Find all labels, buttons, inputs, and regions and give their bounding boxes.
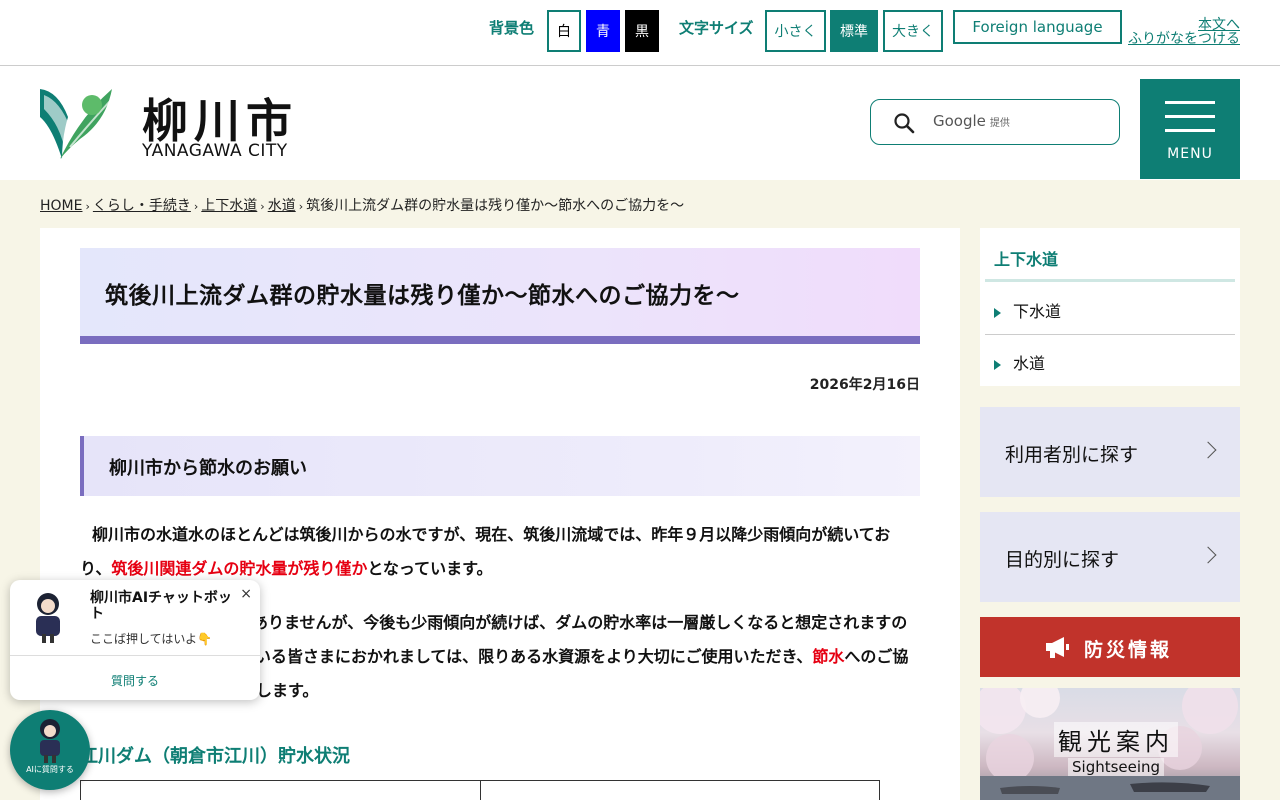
dam-status-table	[80, 780, 880, 800]
bg-blue-button[interactable]: 青	[586, 10, 620, 52]
tourism-banner[interactable]: 観光案内 Sightseeing	[980, 688, 1240, 800]
breadcrumb-water-sewer[interactable]: 上下水道	[201, 198, 257, 214]
city-name-english: YANAGAWA CITY	[142, 141, 288, 161]
breadcrumb-water[interactable]: 水道	[268, 198, 296, 214]
breadcrumb-living[interactable]: くらし・手続き	[93, 198, 191, 214]
hamburger-icon	[1165, 101, 1215, 133]
sidebar-category-nav: 上下水道 下水道 水道	[980, 228, 1240, 386]
divider	[10, 655, 260, 656]
chatbot-avatar-icon	[40, 719, 60, 763]
find-by-user-button[interactable]: 利用者別に探す	[980, 407, 1240, 497]
chatbot-avatar-icon	[36, 593, 60, 643]
search-placeholder: Google 提供	[933, 112, 1010, 130]
section-heading: 柳川市から節水のお願い	[109, 458, 307, 479]
section-heading-box: 柳川市から節水のお願い	[80, 436, 920, 496]
breadcrumb: HOME › くらし・手続き › 上下水道 › 水道 › 筑後川上流ダム群の貯水量は残り僅か～節…	[40, 195, 684, 215]
disaster-info-label: 防災情報	[1084, 639, 1173, 661]
font-size-label: 文字サイズ	[679, 19, 754, 37]
menu-label: MENU	[1167, 146, 1213, 162]
find-by-purpose-button[interactable]: 目的別に探す	[980, 512, 1240, 602]
site-header: 柳川市 YANAGAWA CITY Google 提供 MENU	[0, 67, 1280, 180]
sidebar-item-water[interactable]: 水道	[994, 350, 1234, 374]
utility-bar: 背景色 白 青 黒 文字サイズ 小さく 標準 大きく Foreign langu…	[0, 0, 1280, 66]
megaphone-icon	[1046, 637, 1069, 658]
city-emblem-icon	[40, 89, 112, 159]
chatbot-launcher-label: AIに質問する	[26, 765, 74, 774]
page-title-box: 筑後川上流ダム群の貯水量は残り僅か～節水へのご協力を～	[80, 248, 920, 344]
search-icon[interactable]	[893, 112, 915, 134]
breadcrumb-home[interactable]: HOME	[40, 198, 82, 214]
chevron-right-icon	[1199, 441, 1217, 459]
skip-to-content-link[interactable]: 本文へ	[1128, 18, 1240, 32]
divider	[985, 334, 1235, 335]
bg-black-button[interactable]: 黒	[625, 10, 659, 52]
chatbot-launcher-button[interactable]: AIに質問する	[10, 710, 90, 790]
sidebar-heading[interactable]: 上下水道	[994, 246, 1058, 270]
chatbot-ask-button[interactable]: 質問する	[10, 672, 260, 689]
site-search-box[interactable]: Google 提供	[870, 99, 1120, 145]
font-small-button[interactable]: 小さく	[765, 10, 826, 52]
chatbot-popup[interactable]: 柳川市AIチャットボット × ここば押してはいよ👇 質問する	[10, 580, 260, 700]
page-title: 筑後川上流ダム群の貯水量は残り僅か～節水へのご協力を～	[105, 283, 740, 309]
site-logo[interactable]: 柳川市 YANAGAWA CITY	[40, 85, 310, 165]
main-article: 筑後川上流ダム群の貯水量は残り僅か～節水へのご協力を～ 2026年2月16日 柳…	[40, 228, 960, 800]
triangle-right-icon	[994, 307, 1001, 318]
disaster-info-button[interactable]: 防災情報	[980, 617, 1240, 677]
chatbot-hint: ここば押してはいよ👇	[90, 632, 213, 646]
search-provided-label: 提供	[989, 118, 1010, 129]
accessibility-links: 本文へ ふりがなをつける	[1128, 18, 1240, 46]
find-by-user-label: 利用者別に探す	[1005, 444, 1139, 466]
dam-status-heading: 江川ダム（朝倉市江川）貯水状況	[80, 746, 350, 767]
sidebar-item-sewer[interactable]: 下水道	[994, 298, 1234, 322]
breadcrumb-separator: ›	[260, 200, 265, 213]
chatbot-name: 柳川市AIチャットボット	[90, 590, 232, 622]
font-standard-button[interactable]: 標準	[830, 10, 878, 52]
tourism-title: 観光案内	[1054, 722, 1178, 757]
background-color-label: 背景色	[489, 19, 535, 37]
triangle-right-icon	[994, 359, 1001, 370]
breadcrumb-separator: ›	[85, 200, 90, 213]
breadcrumb-separator: ›	[193, 200, 199, 213]
foreign-language-button[interactable]: Foreign language	[953, 10, 1122, 44]
chevron-right-icon	[1199, 546, 1217, 564]
breadcrumb-current: 筑後川上流ダム群の貯水量は残り僅か～節水へのご協力を～	[306, 198, 685, 214]
sidebar-heading-underline	[985, 279, 1235, 282]
paragraph-1: 柳川市の水道水のほとんどは筑後川からの水ですが、現在、筑後川流域では、昨年９月以…	[80, 525, 891, 578]
google-brand: Google	[933, 112, 986, 130]
tourism-subtitle: Sightseeing	[1068, 758, 1165, 776]
highlight-save-water: 節水	[812, 647, 845, 666]
breadcrumb-separator: ›	[298, 200, 304, 213]
furigana-link[interactable]: ふりがなをつける	[1128, 32, 1240, 46]
menu-button[interactable]: MENU	[1140, 79, 1240, 179]
find-by-purpose-label: 目的別に探す	[1005, 549, 1120, 571]
highlight-dam-level: 筑後川関連ダムの貯水量が残り僅か	[111, 559, 368, 578]
font-large-button[interactable]: 大きく	[883, 10, 943, 52]
close-icon[interactable]: ×	[240, 586, 252, 602]
publish-date: 2026年2月16日	[809, 377, 920, 393]
bg-white-button[interactable]: 白	[547, 10, 581, 52]
